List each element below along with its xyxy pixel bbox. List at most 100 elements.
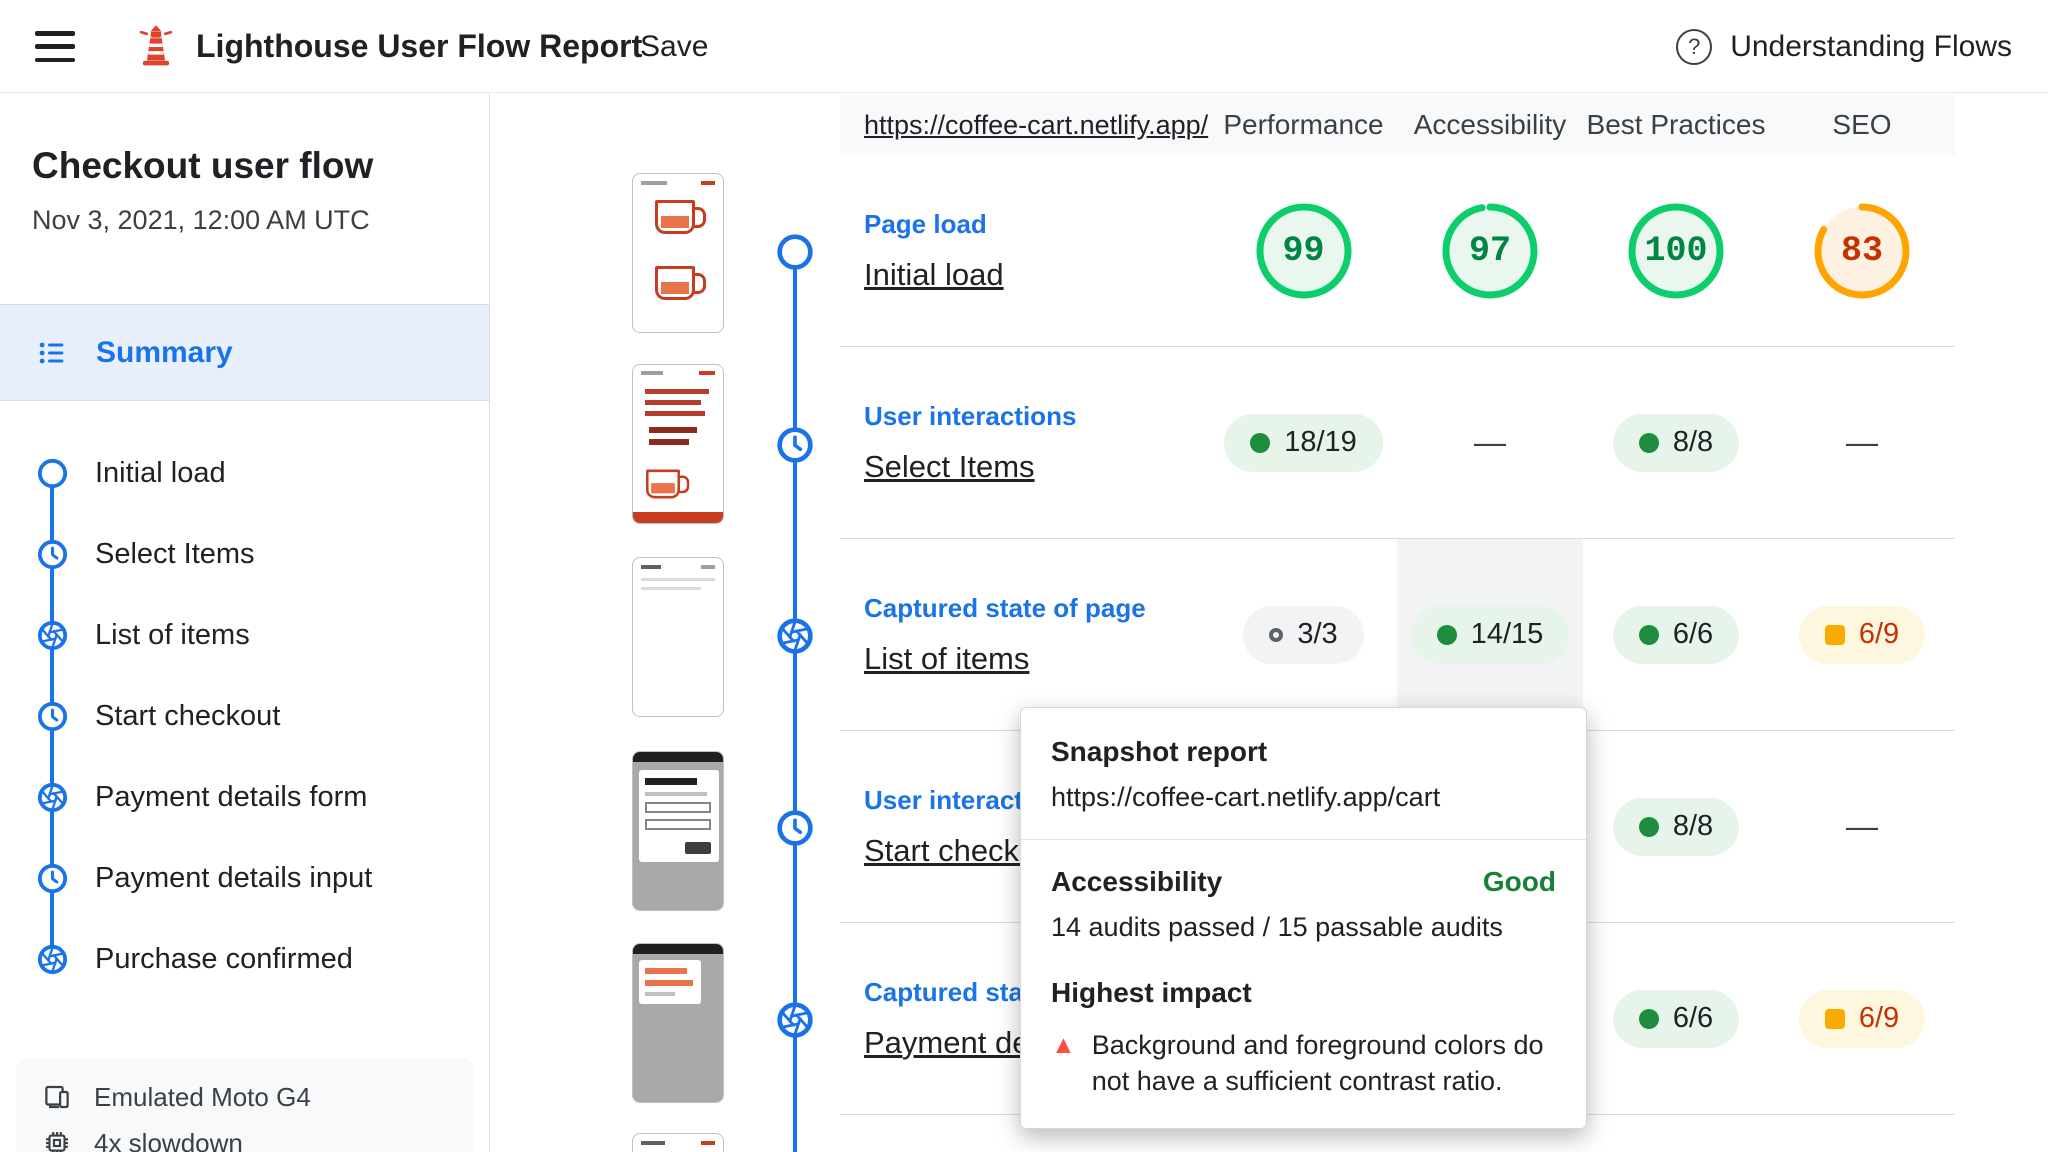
app-title: Lighthouse User Flow Report — [196, 28, 643, 64]
flow-screenshot-thumbnail — [632, 364, 724, 524]
audit-count-pill[interactable]: 6/9 — [1798, 605, 1926, 664]
cell-best-practices[interactable]: 6/6 — [1583, 539, 1769, 730]
cell-performance[interactable]: 18/19 — [1210, 347, 1397, 538]
pass-dot-icon — [1638, 624, 1659, 645]
timespan-icon — [36, 700, 69, 733]
sidebar-step-initial-load[interactable]: Initial load — [0, 433, 489, 514]
audit-count-pill[interactable]: 6/9 — [1798, 989, 1926, 1048]
flow-step-row: Page load Initial load 99 97 100 83 — [840, 155, 1955, 347]
timespan-icon — [36, 862, 69, 895]
audit-count-value: 6/6 — [1672, 1002, 1714, 1034]
sidebar-step-start-checkout[interactable]: Start checkout — [0, 676, 489, 757]
tooltip-audit-summary: 14 audits passed / 15 passable audits — [1051, 912, 1503, 942]
audit-count-pill[interactable]: 3/3 — [1243, 605, 1364, 664]
understanding-flows-link[interactable]: ? Understanding Flows — [1676, 0, 2012, 93]
cell-accessibility: — — [1397, 347, 1583, 538]
cell-best-practices[interactable]: 8/8 — [1583, 731, 1769, 922]
average-square-icon — [1824, 624, 1845, 645]
sidebar-item-summary[interactable]: Summary — [0, 305, 489, 400]
timeline-snapshot-icon — [775, 616, 815, 656]
device-icon — [45, 1085, 69, 1109]
audit-count-pill[interactable]: 6/6 — [1612, 605, 1740, 664]
seo-score-gauge[interactable]: 83 — [1814, 203, 1910, 299]
tooltip-url: https://coffee-cart.netlify.app/cart — [1051, 782, 1441, 812]
average-square-icon — [1824, 1008, 1845, 1029]
step-label: Select Items — [95, 538, 255, 570]
audit-count-pill[interactable]: 8/8 — [1612, 413, 1740, 472]
divider — [0, 400, 489, 401]
tooltip-impact-text: Background and foreground colors do not … — [1091, 1030, 1544, 1097]
step-report-link[interactable]: List of items — [864, 641, 1029, 677]
audit-count-pill[interactable]: 18/19 — [1224, 413, 1383, 472]
step-type-label: Captured state of page — [864, 592, 1146, 623]
timeline-snapshot-icon — [775, 1000, 815, 1040]
row-label: Captured state of page List of items — [840, 539, 1210, 730]
step-label: Payment details input — [95, 862, 373, 894]
pass-dot-icon — [1436, 624, 1457, 645]
cell-seo[interactable]: 6/9 — [1769, 539, 1955, 730]
audit-count-value: 6/6 — [1672, 618, 1714, 650]
snapshot-icon — [36, 943, 69, 976]
audit-count-value: 3/3 — [1297, 618, 1338, 650]
sidebar-step-purchase-confirmed[interactable]: Purchase confirmed — [0, 919, 489, 1000]
environment-box: Emulated Moto G4 4x slowdown — [16, 1058, 474, 1152]
step-label: Purchase confirmed — [95, 943, 353, 975]
step-label: List of items — [95, 619, 250, 651]
menu-icon[interactable] — [35, 31, 75, 62]
cell-performance[interactable]: 99 — [1210, 155, 1397, 346]
tooltip-title: Snapshot report — [1051, 736, 1268, 767]
snapshot-icon — [36, 781, 69, 814]
step-label: Payment details form — [95, 781, 368, 813]
audit-count-pill[interactable]: 14/15 — [1410, 605, 1570, 664]
tooltip-impact-title: Highest impact — [1051, 977, 1252, 1008]
flow-steps-nav: Initial load Select Items List of items Sta… — [0, 433, 489, 1000]
step-label: Initial load — [95, 457, 226, 489]
step-report-link[interactable]: Select Items — [864, 449, 1035, 485]
snapshot-report-tooltip: Snapshot report https://coffee-cart.netl… — [1020, 707, 1587, 1129]
timespan-icon — [36, 538, 69, 571]
timeline-timespan-icon — [775, 808, 815, 848]
cell-best-practices[interactable]: 8/8 — [1583, 347, 1769, 538]
results-table-header: https://coffee-cart.netlify.app/ Perform… — [840, 95, 1955, 155]
env-device-label: Emulated Moto G4 — [94, 1081, 311, 1112]
env-device: Emulated Moto G4 — [16, 1074, 474, 1120]
cell-seo: — — [1769, 347, 1955, 538]
flow-date: Nov 3, 2021, 12:00 AM UTC — [32, 205, 370, 235]
column-performance: Performance — [1223, 109, 1384, 140]
pass-dot-icon — [1638, 1008, 1659, 1029]
audit-count-pill[interactable]: 8/8 — [1612, 797, 1740, 856]
sidebar-step-list-of-items[interactable]: List of items — [0, 595, 489, 676]
audit-count-value: 6/9 — [1858, 1002, 1900, 1034]
row-label: User interactions Select Items — [840, 347, 1210, 538]
sidebar-step-select-items[interactable]: Select Items — [0, 514, 489, 595]
step-report-link[interactable]: Initial load — [864, 257, 1004, 293]
cell-best-practices[interactable]: 6/6 — [1583, 923, 1769, 1114]
cell-seo[interactable]: 6/9 — [1769, 923, 1955, 1114]
flow-screenshot-thumbnail — [632, 1133, 724, 1152]
flow-screenshot-thumbnail — [632, 751, 724, 911]
performance-score-gauge[interactable]: 99 — [1256, 203, 1352, 299]
snapshot-icon — [36, 619, 69, 652]
warning-icon: ▲ — [1051, 1031, 1076, 1059]
sidebar-step-payment-details-form[interactable]: Payment details form — [0, 757, 489, 838]
cell-best-practices[interactable]: 100 — [1583, 155, 1769, 346]
navigation-icon — [36, 457, 69, 490]
cell-seo[interactable]: 83 — [1769, 155, 1955, 346]
flow-step-row: User interactions Select Items 18/19 — 8… — [840, 347, 1955, 539]
step-type-label: Page load — [864, 208, 987, 239]
flow-title: Checkout user flow — [32, 145, 374, 186]
cell-performance[interactable]: 3/3 — [1210, 539, 1397, 730]
save-button[interactable]: Save — [640, 0, 708, 93]
step-type-label: User interactions — [864, 400, 1077, 431]
summary-list-icon — [39, 342, 64, 363]
accessibility-score-gauge[interactable]: 97 — [1442, 203, 1538, 299]
sidebar-step-payment-details-input[interactable]: Payment details input — [0, 838, 489, 919]
report-url-link[interactable]: https://coffee-cart.netlify.app/ — [864, 110, 1208, 141]
column-best-practices: Best Practices — [1586, 109, 1766, 140]
best-practices-score-gauge[interactable]: 100 — [1628, 203, 1724, 299]
audit-count-value: 6/9 — [1858, 618, 1900, 650]
cell-accessibility[interactable]: 97 — [1397, 155, 1583, 346]
env-cpu-label: 4x slowdown — [94, 1127, 243, 1152]
audit-count-pill[interactable]: 6/6 — [1612, 989, 1740, 1048]
cell-accessibility[interactable]: 14/15 — [1397, 539, 1583, 730]
